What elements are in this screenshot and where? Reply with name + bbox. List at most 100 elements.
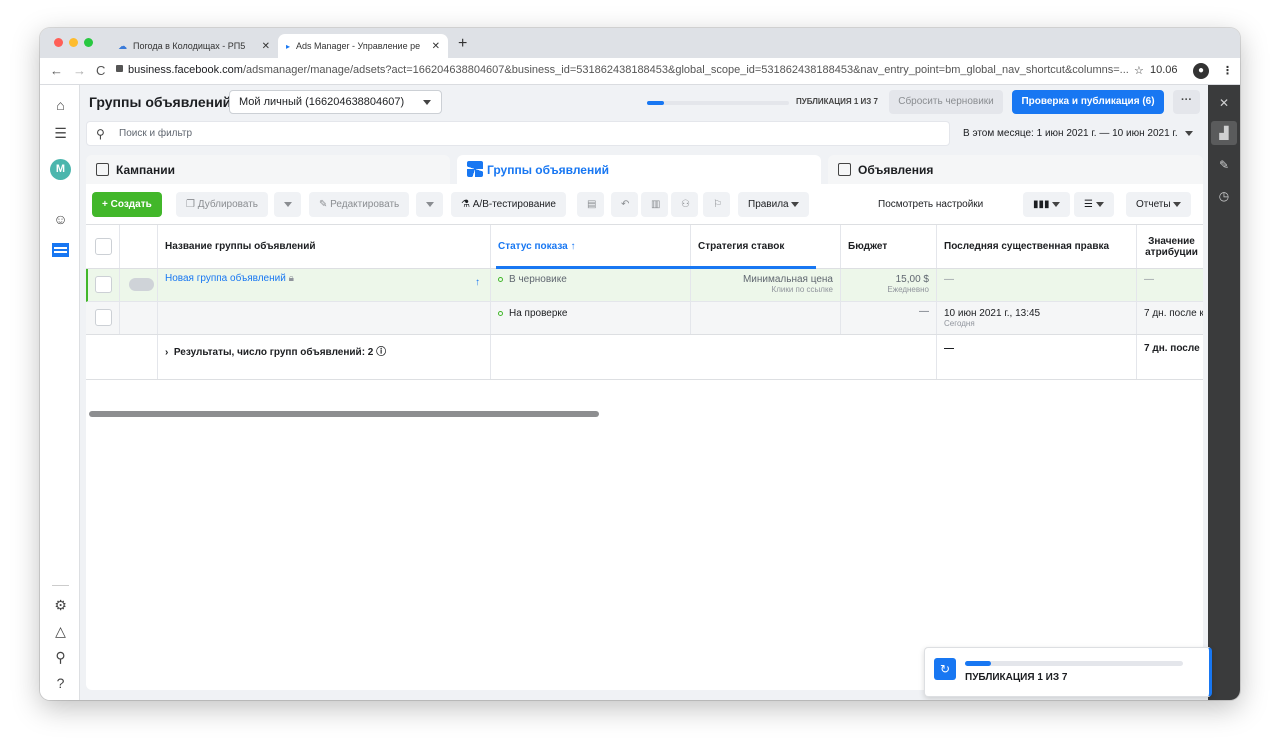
star-icon[interactable]: ☆ [1134, 64, 1144, 77]
duplicate-button[interactable]: ❐ Дублировать [176, 192, 269, 217]
tab-campaigns[interactable]: Кампании [86, 155, 450, 185]
new-tab-button[interactable]: + [458, 35, 467, 53]
browser-tab-weather[interactable]: ☁ Погода в Колодищах - РП5 ✕ [110, 34, 278, 58]
col-last-edit[interactable]: Последняя существенная правка [937, 225, 1137, 268]
refresh-icon: ↻ [934, 658, 956, 680]
breakdown-icon: ☰ [1084, 199, 1093, 210]
date-range-picker[interactable]: В этом месяце: 1 июн 2021 г. — 10 июн 20… [953, 121, 1203, 146]
ads-manager-grid-icon[interactable] [52, 243, 69, 257]
row-status-cell: В черновике [491, 269, 691, 301]
level-tabs: Кампании Группы объявлений Объявления [86, 155, 1203, 185]
select-all-checkbox[interactable] [95, 238, 112, 255]
row-attribution-cell: — [1137, 269, 1203, 301]
close-window-button[interactable] [54, 38, 63, 47]
flask-icon: ⚗ [461, 199, 473, 210]
bell-icon[interactable]: △ [52, 623, 69, 640]
browser-menu-icon[interactable]: ⋮ [1222, 64, 1233, 77]
minimize-window-button[interactable] [69, 38, 78, 47]
rules-button[interactable]: Правила [738, 192, 810, 217]
row-budget-cell: — [841, 302, 937, 334]
col-budget[interactable]: Бюджет [841, 225, 937, 268]
row-checkbox[interactable] [95, 276, 112, 293]
campaign-icon [96, 163, 109, 176]
row-budget-cell: 15,00 $ Ежедневно [841, 269, 937, 301]
help-icon[interactable]: ? [52, 675, 69, 692]
copy-icon: ❐ [186, 199, 198, 210]
zoom-window-button[interactable] [84, 38, 93, 47]
publish-arrow-icon: ↑ [475, 277, 480, 288]
edit-button[interactable]: ✎ Редактировать [309, 192, 410, 217]
summary-empty-cell [491, 335, 937, 379]
row-name-cell: Новая группа объявлений 🔒︎ ↑ [158, 269, 491, 301]
col-name[interactable]: Название группы объявлений [158, 225, 491, 268]
reload-icon[interactable]: C [96, 63, 105, 78]
more-options-button[interactable]: ··· [1173, 90, 1200, 114]
row-checkbox[interactable] [95, 309, 112, 326]
columns-icon: ▮▮▮ [1033, 199, 1050, 210]
back-icon[interactable]: ← [50, 63, 63, 78]
col-attribution[interactable]: Значение атрибуции [1137, 225, 1203, 268]
clock-icon[interactable]: ◷ [1216, 188, 1232, 204]
ad-sets-table: Название группы объявлений Статус показа… [86, 224, 1203, 424]
clipboard-icon[interactable]: ▤ [577, 192, 604, 217]
search-icon[interactable]: ⚲ [52, 649, 69, 666]
nav-divider [52, 585, 69, 586]
create-button[interactable]: + Создать [92, 192, 162, 217]
menu-icon[interactable]: ☰ [52, 125, 69, 142]
row-status-toggle[interactable] [129, 278, 154, 291]
summary-label-cell[interactable]: › Результаты, число групп объявлений: 2 … [158, 335, 491, 379]
forward-icon[interactable]: → [73, 63, 86, 78]
chevron-down-icon [423, 100, 431, 105]
search-icon: ⚲ [96, 127, 105, 141]
reports-button[interactable]: Отчеты [1126, 192, 1192, 217]
ads-icon [838, 163, 851, 176]
trash-icon[interactable]: ▥ [641, 192, 668, 217]
audience-icon[interactable]: ⚇ [671, 192, 698, 217]
ab-test-button[interactable]: ⚗ А/В-тестирование [451, 192, 566, 217]
lock-icon [116, 65, 123, 72]
table-row[interactable]: Новая группа объявлений 🔒︎ ↑ В черновике… [86, 269, 1203, 302]
col-status[interactable]: Статус показа ↑ [491, 225, 691, 268]
columns-button[interactable]: ▮▮▮ [1023, 192, 1071, 217]
chart-icon[interactable]: ▟ [1216, 125, 1232, 141]
close-tab-icon[interactable]: ✕ [432, 41, 440, 52]
address-bar[interactable]: business.facebook.com/adsmanager/manage/… [128, 64, 1129, 76]
summary-spacer [86, 335, 158, 379]
account-selector[interactable]: Мой личный (166204638804607) [229, 90, 442, 114]
adset-name-link[interactable]: Новая группа объявлений [165, 273, 286, 284]
row-checkbox-cell [88, 269, 120, 301]
pencil-icon[interactable]: ✎ [1216, 157, 1232, 173]
ad-sets-icon [467, 161, 483, 177]
reset-drafts-button[interactable]: Сбросить черновики [889, 90, 1003, 114]
breakdown-button[interactable]: ☰ [1074, 192, 1114, 217]
lock-icon: 🔒︎ [288, 273, 294, 284]
publish-card-label: ПУБЛИКАЦИЯ 1 ИЗ 7 [965, 672, 1068, 683]
home-icon[interactable]: ⌂ [52, 97, 69, 114]
tab-ad-sets[interactable]: Группы объявлений [457, 155, 821, 185]
account-avatar[interactable]: M [50, 159, 71, 180]
undo-icon[interactable]: ↶ [611, 192, 638, 217]
table-row[interactable]: На проверке — 10 июн 2021 г., 13:45 Сегод… [86, 302, 1203, 335]
summary-row: › Результаты, число групп объявлений: 2 … [86, 335, 1203, 380]
row-last-edit-cell: 10 июн 2021 г., 13:45 Сегодня [937, 302, 1137, 334]
close-icon[interactable]: ✕ [1216, 95, 1232, 111]
horizontal-scrollbar[interactable] [89, 411, 599, 417]
pencil-icon: ✎ [319, 199, 331, 210]
profile-avatar[interactable]: ● [1193, 63, 1209, 79]
col-bid-strategy[interactable]: Стратегия ставок [691, 225, 841, 268]
duplicate-dropdown[interactable] [274, 192, 301, 217]
chevron-right-icon: › [165, 347, 174, 358]
meta-icon: ▸ [286, 41, 291, 51]
chevron-down-icon [1185, 131, 1193, 136]
row-checkbox-cell [86, 302, 120, 334]
close-tab-icon[interactable]: ✕ [262, 41, 270, 52]
settings-icon[interactable]: ⚙ [52, 597, 69, 614]
edit-dropdown[interactable] [416, 192, 443, 217]
review-publish-button[interactable]: Проверка и публикация (6) [1012, 90, 1164, 114]
row-status-cell: На проверке [491, 302, 691, 334]
tab-ads[interactable]: Объявления [828, 155, 1203, 185]
emoji-icon[interactable]: ☺ [52, 211, 69, 228]
browser-tab-ads-manager[interactable]: ▸ Ads Manager - Управление ре ✕ [278, 34, 448, 58]
search-input[interactable]: ⚲ Поиск и фильтр [86, 121, 950, 146]
preview-icon[interactable]: ⚐ [703, 192, 730, 217]
